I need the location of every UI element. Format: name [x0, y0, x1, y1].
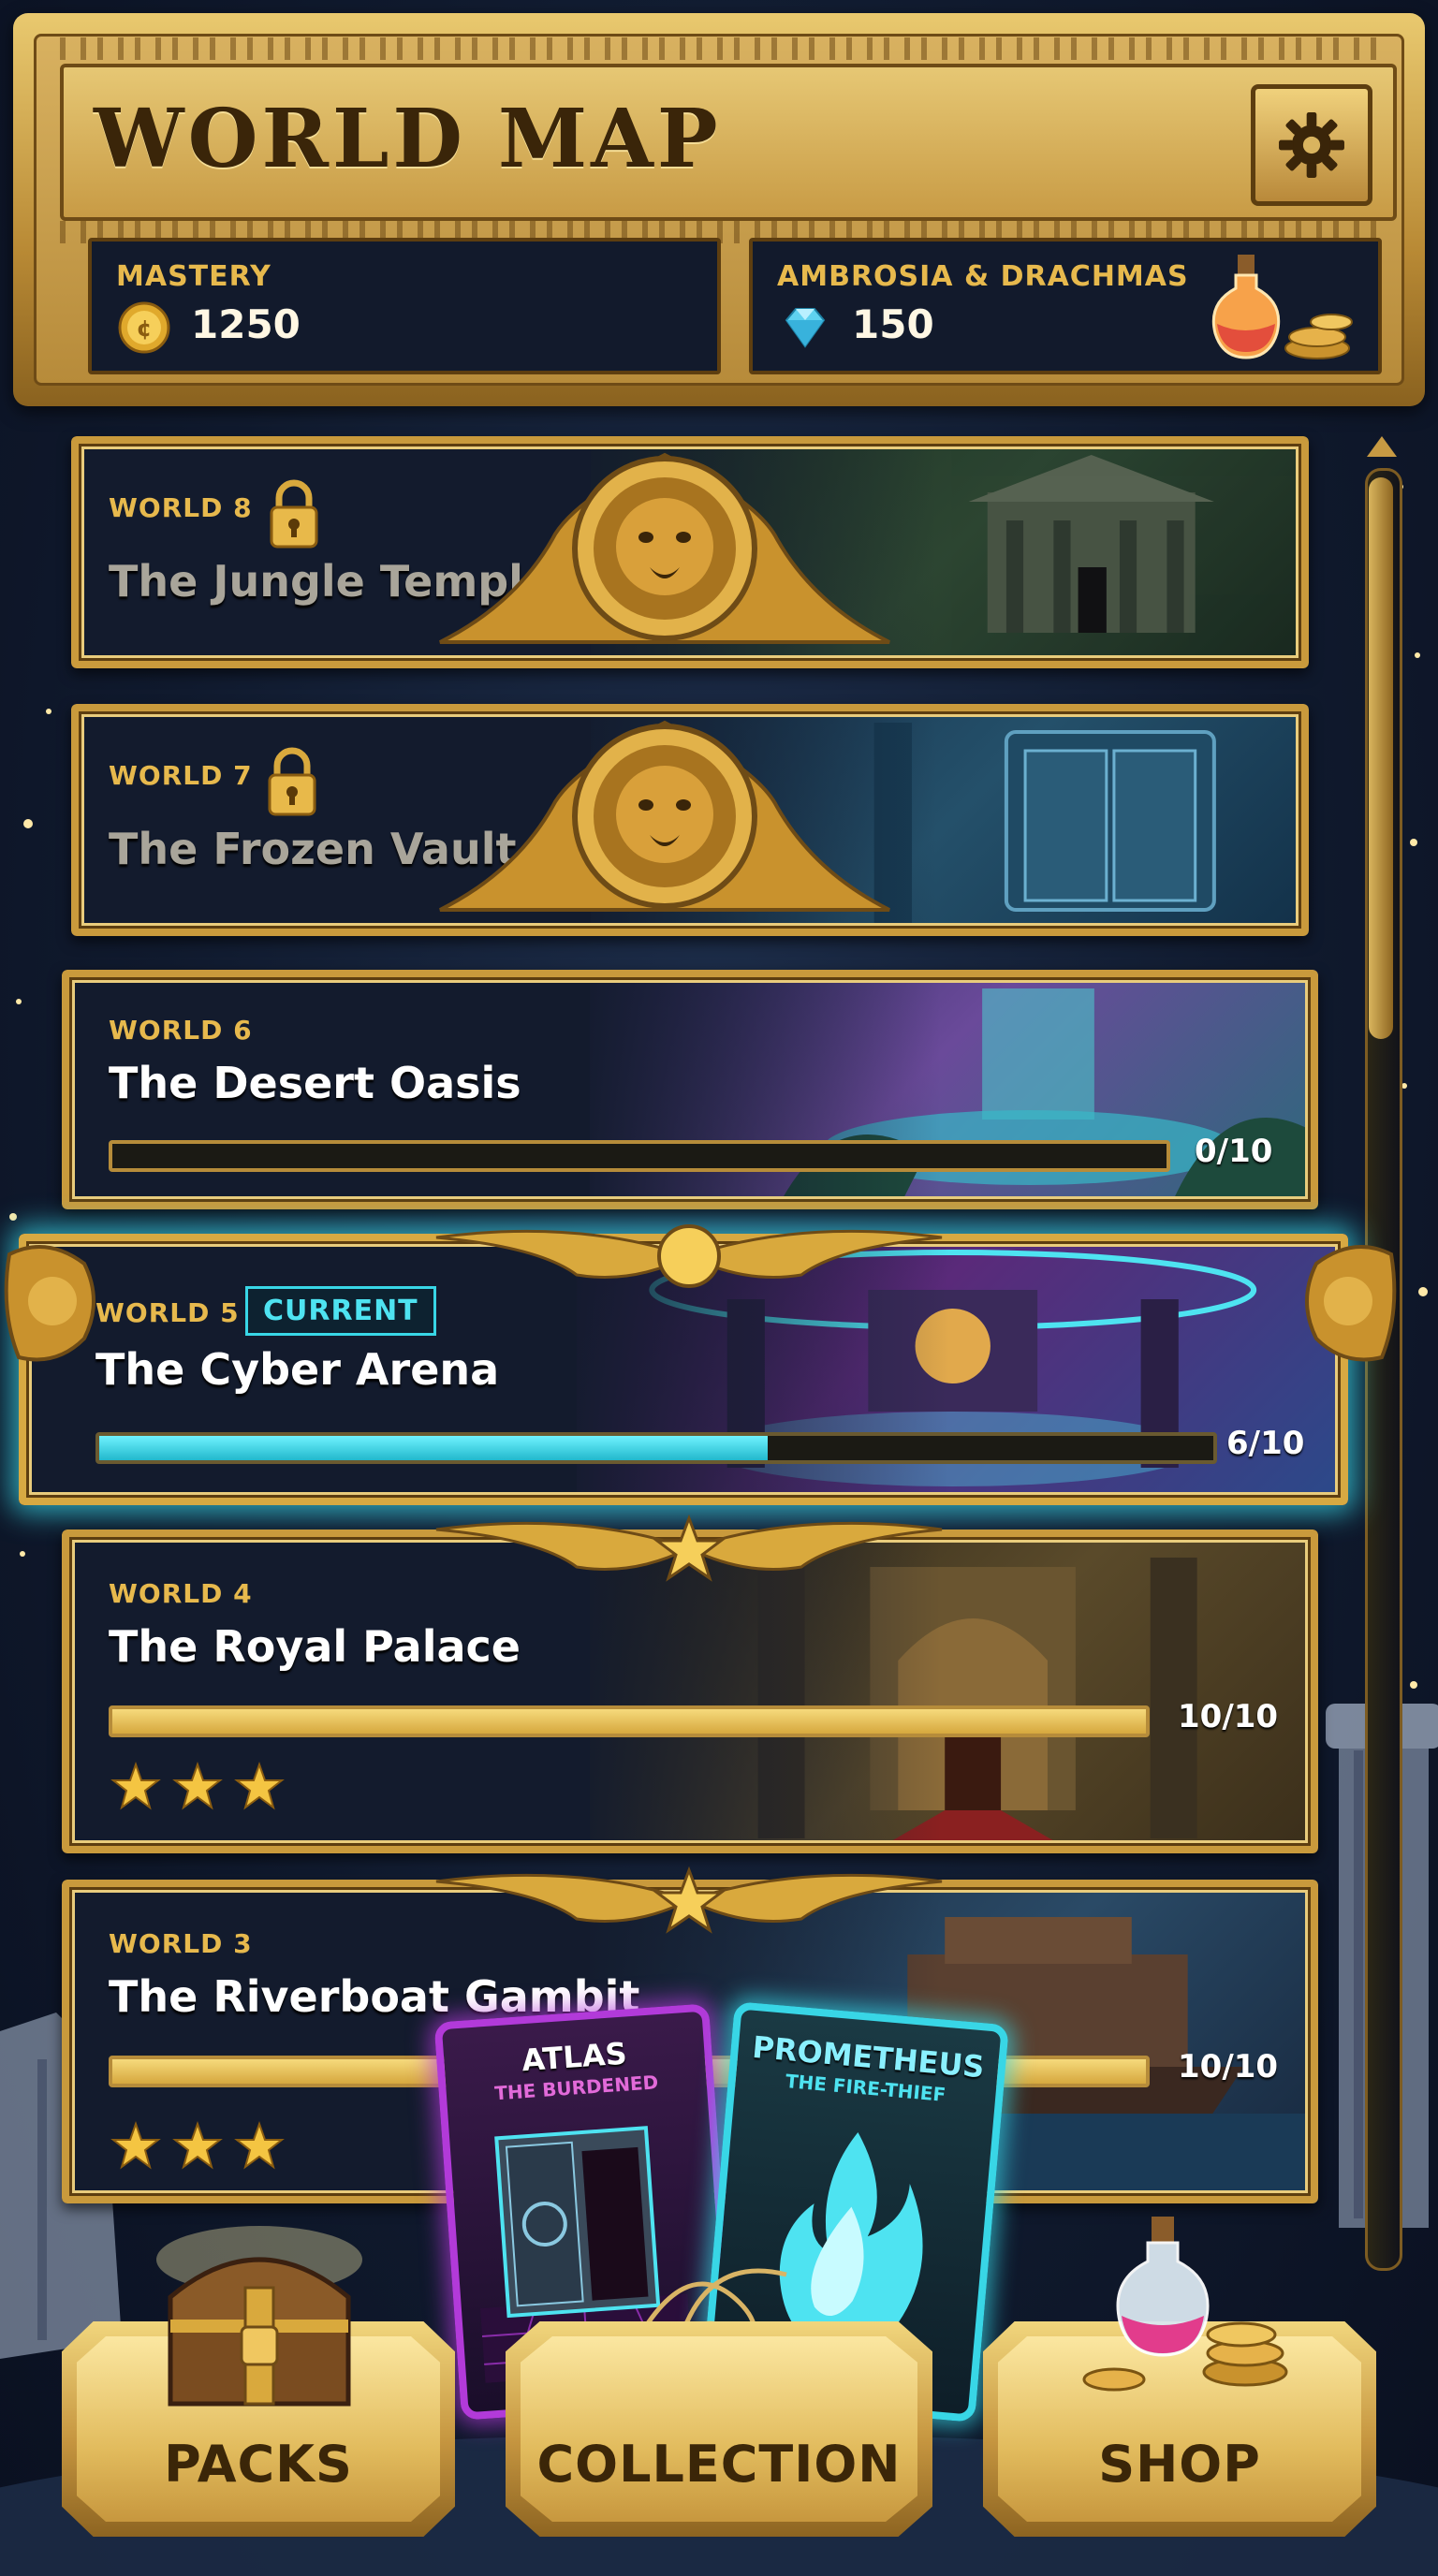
world-label: WORLD 5: [95, 1297, 240, 1328]
greek-key-border-top: [60, 37, 1378, 60]
world-name: The Cyber Arena: [95, 1344, 500, 1395]
shop-button[interactable]: SHOP: [983, 2217, 1376, 2537]
ambrosia-potion-icon: [1211, 255, 1353, 359]
progress-text: 6/10: [1226, 1425, 1305, 1462]
treasure-chest-icon: [156, 2226, 362, 2407]
star-icon: [234, 1762, 285, 1810]
gear-icon: [1279, 112, 1344, 178]
title-bar: WORLD MAP: [60, 64, 1397, 221]
world-name: The Royal Palace: [109, 1621, 521, 1672]
world-label: WORLD 7: [109, 760, 253, 791]
packs-label: PACKS: [164, 2435, 353, 2494]
collection-button[interactable]: COLLECTION: [506, 2303, 932, 2537]
page-title: WORLD MAP: [94, 92, 722, 186]
progress-fill: [99, 1436, 768, 1460]
winged-star-ornament-icon: [435, 1866, 943, 1934]
progress-text: 10/10: [1178, 2048, 1279, 2086]
settings-button[interactable]: [1251, 84, 1372, 206]
star-icon: [110, 1762, 161, 1810]
header-panel: WORLD MAP MASTERY ¢ 1250 AMBROSIA & DRAC…: [13, 13, 1425, 406]
currency-panel: AMBROSIA & DRACHMAS 150: [749, 238, 1382, 374]
star-icon: [172, 1762, 223, 1810]
potion-and-coins-icon: [1082, 2217, 1288, 2392]
scrollbar-thumb[interactable]: [1369, 477, 1393, 1039]
collection-label: COLLECTION: [536, 2435, 902, 2494]
progress-text: 0/10: [1195, 1133, 1273, 1170]
winged-orb-ornament-icon: [435, 1224, 943, 1288]
padlock-icon: [270, 479, 318, 549]
world-label: WORLD 3: [109, 1928, 253, 1959]
world-card-6[interactable]: WORLD 6 The Desert Oasis 0/10: [62, 970, 1318, 1209]
lion-lock-emblem-icon: [439, 720, 890, 912]
shop-label: SHOP: [1098, 2435, 1261, 2494]
svg-text:¢: ¢: [137, 315, 153, 342]
gold-coin-icon: ¢: [118, 301, 170, 354]
lion-head-ornament-left-icon: [4, 1245, 95, 1362]
progress-bar: [109, 1705, 1150, 1737]
scroll-up-arrow[interactable]: [1367, 436, 1397, 457]
mastery-value: 1250: [191, 301, 301, 347]
button-plate-inner: [521, 2336, 917, 2522]
progress-bar: [95, 1432, 1217, 1464]
current-badge: CURRENT: [245, 1286, 436, 1336]
progress-bar: [109, 1140, 1170, 1172]
world-label: WORLD 4: [109, 1578, 253, 1609]
mastery-label: MASTERY: [116, 260, 271, 293]
currency-value: 150: [852, 301, 934, 347]
currency-label: AMBROSIA & DRACHMAS: [777, 260, 1189, 293]
diamond-icon: [785, 308, 826, 348]
progress-text: 10/10: [1178, 1698, 1279, 1735]
mastery-panel: MASTERY ¢ 1250: [88, 238, 721, 374]
scene-fade: [564, 970, 942, 1209]
star-icon: [110, 2121, 161, 2170]
packs-button[interactable]: PACKS: [62, 2226, 455, 2537]
winged-star-ornament-icon: [435, 1514, 943, 1582]
lion-head-ornament-right-icon: [1305, 1245, 1397, 1362]
lion-lock-emblem-icon: [439, 452, 890, 644]
world-name: The Desert Oasis: [109, 1058, 521, 1108]
progress-fill: [112, 1709, 1146, 1734]
star-icon: [234, 2121, 285, 2170]
world-label: WORLD 6: [109, 1015, 253, 1046]
star-icon: [172, 2121, 223, 2170]
padlock-icon: [268, 747, 316, 816]
world-label: WORLD 8: [109, 492, 253, 523]
